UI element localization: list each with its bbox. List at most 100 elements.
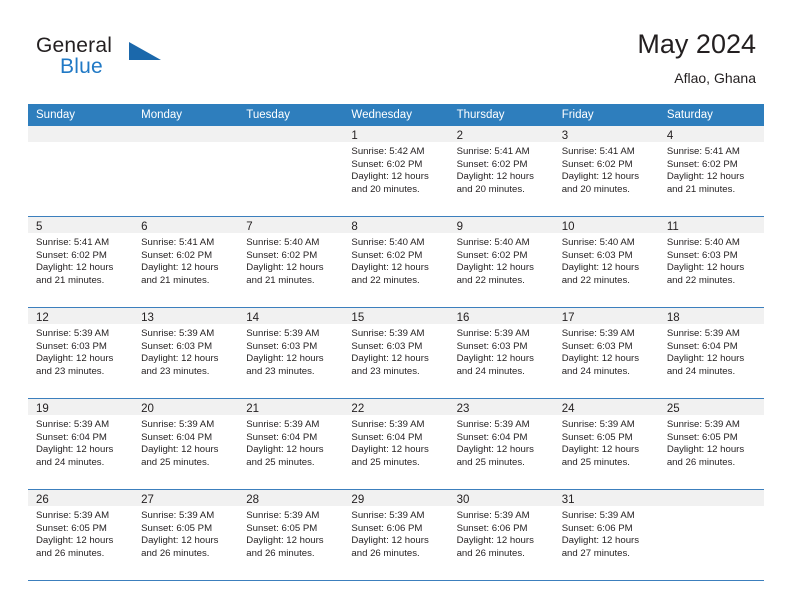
sunset-text: Sunset: 6:03 PM (561, 249, 633, 261)
calendar-day-cell[interactable]: 11 Sunrise: 5:40 AM Sunset: 6:03 PM Dayligh… (658, 217, 764, 307)
calendar-day-cell[interactable]: 20 Sunrise: 5:39 AM Sunset: 6:04 PM Dayligh… (133, 399, 239, 489)
day-details: Sunrise: 5:39 AM Sunset: 6:06 PM Daylight:… (554, 506, 659, 560)
day-details: Sunrise: 5:39 AM Sunset: 6:03 PM Daylight:… (449, 324, 554, 378)
sunset-text: Sunset: 6:02 PM (456, 158, 528, 170)
sunrise-text: Sunrise: 5:39 AM (246, 419, 320, 430)
day-number-band: 11 (658, 217, 764, 233)
day-number: 23 (456, 403, 470, 415)
calendar-day-cell[interactable]: 21 Sunrise: 5:39 AM Sunset: 6:04 PM Dayligh… (238, 399, 344, 489)
daylight-text-line2: and 24 minutes. (456, 365, 525, 377)
calendar-day-cell[interactable]: 31 Sunrise: 5:39 AM Sunset: 6:06 PM Dayligh… (553, 490, 659, 580)
brand-logo[interactable]: General Blue (36, 34, 166, 86)
sunset-text: Sunset: 6:02 PM (561, 158, 633, 170)
sunset-text: Sunset: 6:03 PM (561, 340, 633, 352)
calendar-day-cell[interactable]: 7 Sunrise: 5:40 AM Sunset: 6:02 PM Daylight… (238, 217, 344, 307)
daylight-text-line2: and 21 minutes. (666, 183, 736, 195)
sunrise-text: Sunrise: 5:39 AM (561, 510, 635, 521)
daylight-text-line1: Daylight: 12 hours (456, 171, 534, 183)
calendar-day-cell[interactable]: 3 Sunrise: 5:41 AM Sunset: 6:02 PM Daylight… (553, 126, 659, 216)
sunset-text: Sunset: 6:02 PM (456, 249, 528, 261)
calendar-page: General Blue May 2024 Aflao, Ghana Sunda… (0, 0, 792, 612)
calendar-day-cell[interactable]: 26 Sunrise: 5:39 AM Sunset: 6:05 PM Dayligh… (28, 490, 134, 580)
calendar-day-cell[interactable]: 23 Sunrise: 5:39 AM Sunset: 6:04 PM Dayligh… (448, 399, 554, 489)
calendar-day-cell[interactable]: 24 Sunrise: 5:39 AM Sunset: 6:05 PM Dayligh… (553, 399, 659, 489)
calendar-week-row: 5 Sunrise: 5:41 AM Sunset: 6:02 PM Daylight… (28, 217, 764, 308)
calendar-day-cell[interactable]: 8 Sunrise: 5:40 AM Sunset: 6:02 PM Daylight… (343, 217, 449, 307)
day-number: 4 (666, 130, 674, 142)
sunrise-text: Sunrise: 5:39 AM (141, 510, 215, 521)
calendar-day-cell[interactable]: 10 Sunrise: 5:40 AM Sunset: 6:03 PM Dayligh… (553, 217, 659, 307)
calendar-day-cell[interactable]: 2 Sunrise: 5:41 AM Sunset: 6:02 PM Daylight… (448, 126, 554, 216)
daylight-text-line1: Daylight: 12 hours (561, 262, 640, 274)
daylight-text-line2: and 26 minutes. (246, 547, 315, 559)
daylight-text-line1: Daylight: 12 hours (246, 444, 324, 456)
calendar-day-cell[interactable]: 4 Sunrise: 5:41 AM Sunset: 6:02 PM Daylight… (658, 126, 764, 216)
day-number-band: 10 (553, 217, 659, 233)
sunset-text: Sunset: 6:06 PM (351, 522, 423, 534)
daylight-text-line1: Daylight: 12 hours (561, 171, 640, 183)
calendar-day-cell[interactable]: 30 Sunrise: 5:39 AM Sunset: 6:06 PM Dayligh… (448, 490, 554, 580)
sunset-text: Sunset: 6:02 PM (36, 249, 107, 261)
calendar-day-cell[interactable]: 9 Sunrise: 5:40 AM Sunset: 6:02 PM Daylight… (448, 217, 554, 307)
sunset-text: Sunset: 6:06 PM (456, 522, 528, 534)
daylight-text-line1: Daylight: 12 hours (36, 444, 114, 456)
calendar-day-cell[interactable]: 25 Sunrise: 5:39 AM Sunset: 6:05 PM Dayligh… (658, 399, 764, 489)
sunrise-text: Sunrise: 5:39 AM (36, 510, 110, 521)
day-number-band (133, 126, 239, 142)
day-details: Sunrise: 5:39 AM Sunset: 6:03 PM Daylight:… (554, 324, 659, 378)
calendar-day-cell[interactable]: 14 Sunrise: 5:39 AM Sunset: 6:03 PM Dayligh… (238, 308, 344, 398)
daylight-text-line2: and 23 minutes. (141, 365, 210, 377)
daylight-text-line2: and 26 minutes. (456, 547, 525, 559)
sunrise-text: Sunrise: 5:39 AM (456, 419, 530, 430)
calendar-day-cell[interactable]: 29 Sunrise: 5:39 AM Sunset: 6:06 PM Dayligh… (343, 490, 449, 580)
day-details: Sunrise: 5:41 AM Sunset: 6:02 PM Daylight:… (449, 142, 554, 196)
sunset-text: Sunset: 6:05 PM (666, 431, 738, 443)
calendar-day-cell[interactable]: 13 Sunrise: 5:39 AM Sunset: 6:03 PM Dayligh… (133, 308, 239, 398)
day-number-band: 16 (448, 308, 554, 324)
calendar-day-cell[interactable]: 17 Sunrise: 5:39 AM Sunset: 6:03 PM Dayligh… (553, 308, 659, 398)
calendar-day-cell[interactable]: 19 Sunrise: 5:39 AM Sunset: 6:04 PM Dayligh… (28, 399, 134, 489)
day-number-band: 5 (28, 217, 134, 233)
day-number: 21 (246, 403, 260, 415)
daylight-text-line1: Daylight: 12 hours (351, 535, 429, 547)
day-number: 17 (561, 312, 575, 324)
daylight-text-line1: Daylight: 12 hours (456, 535, 534, 547)
sunrise-text: Sunrise: 5:39 AM (561, 419, 635, 430)
day-details: Sunrise: 5:39 AM Sunset: 6:04 PM Daylight:… (343, 415, 448, 469)
day-number-band: 26 (28, 490, 134, 506)
day-number-band: 9 (448, 217, 554, 233)
weekday-header-saturday: Saturday (666, 109, 713, 121)
calendar-day-cell[interactable]: 12 Sunrise: 5:39 AM Sunset: 6:03 PM Dayligh… (28, 308, 134, 398)
daylight-text-line1: Daylight: 12 hours (141, 444, 219, 456)
page-subtitle: Aflao, Ghana (674, 70, 756, 86)
calendar-day-cell[interactable]: 16 Sunrise: 5:39 AM Sunset: 6:03 PM Dayligh… (448, 308, 554, 398)
calendar-day-cell[interactable]: 28 Sunrise: 5:39 AM Sunset: 6:05 PM Dayligh… (238, 490, 344, 580)
calendar-day-cell[interactable]: 22 Sunrise: 5:39 AM Sunset: 6:04 PM Dayligh… (343, 399, 449, 489)
sunset-text: Sunset: 6:02 PM (666, 158, 738, 170)
day-details: Sunrise: 5:39 AM Sunset: 6:05 PM Daylight:… (659, 415, 764, 469)
daylight-text-line1: Daylight: 12 hours (666, 444, 745, 456)
day-details: Sunrise: 5:40 AM Sunset: 6:03 PM Daylight:… (554, 233, 659, 287)
daylight-text-line1: Daylight: 12 hours (36, 535, 114, 547)
calendar-day-cell[interactable]: 5 Sunrise: 5:41 AM Sunset: 6:02 PM Daylight… (28, 217, 134, 307)
daylight-text-line2: and 21 minutes. (36, 274, 105, 286)
day-number: 26 (36, 494, 49, 506)
calendar-day-cell[interactable]: 1 Sunrise: 5:42 AM Sunset: 6:02 PM Daylight… (343, 126, 449, 216)
sunrise-text: Sunrise: 5:39 AM (351, 510, 425, 521)
sunset-text: Sunset: 6:02 PM (351, 158, 423, 170)
daylight-text-line1: Daylight: 12 hours (456, 444, 534, 456)
calendar-day-cell[interactable]: 27 Sunrise: 5:39 AM Sunset: 6:05 PM Dayligh… (133, 490, 239, 580)
calendar-day-cell[interactable]: 18 Sunrise: 5:39 AM Sunset: 6:04 PM Dayligh… (658, 308, 764, 398)
sunrise-text: Sunrise: 5:39 AM (561, 328, 635, 339)
daylight-text-line1: Daylight: 12 hours (351, 262, 429, 274)
calendar-day-cell[interactable]: 15 Sunrise: 5:39 AM Sunset: 6:03 PM Dayligh… (343, 308, 449, 398)
sunset-text: Sunset: 6:04 PM (456, 431, 528, 443)
page-title: May 2024 (637, 29, 756, 59)
day-number: 19 (36, 403, 49, 415)
sunrise-text: Sunrise: 5:41 AM (456, 146, 530, 157)
day-number: 2 (456, 130, 463, 142)
daylight-text-line2: and 24 minutes. (666, 365, 736, 377)
day-number-band: 29 (343, 490, 449, 506)
calendar-day-cell[interactable]: 6 Sunrise: 5:41 AM Sunset: 6:02 PM Daylight… (133, 217, 239, 307)
day-number: 31 (561, 494, 575, 506)
